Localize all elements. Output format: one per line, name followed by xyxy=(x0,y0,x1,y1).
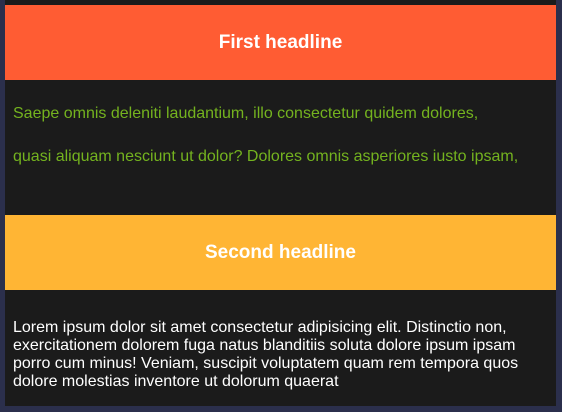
first-headline: First headline xyxy=(5,5,556,80)
paragraph: quasi aliquam nesciunt ut dolor? Dolores… xyxy=(13,148,519,165)
paragraph: Lorem ipsum dolor sit amet consectetur a… xyxy=(13,319,519,390)
second-headline: Second headline xyxy=(5,215,556,290)
paragraph: Saepe omnis deleniti laudantium, illo co… xyxy=(13,105,479,122)
content-panel[interactable]: Saepe omnis deleniti laudantium, illo co… xyxy=(5,0,556,406)
